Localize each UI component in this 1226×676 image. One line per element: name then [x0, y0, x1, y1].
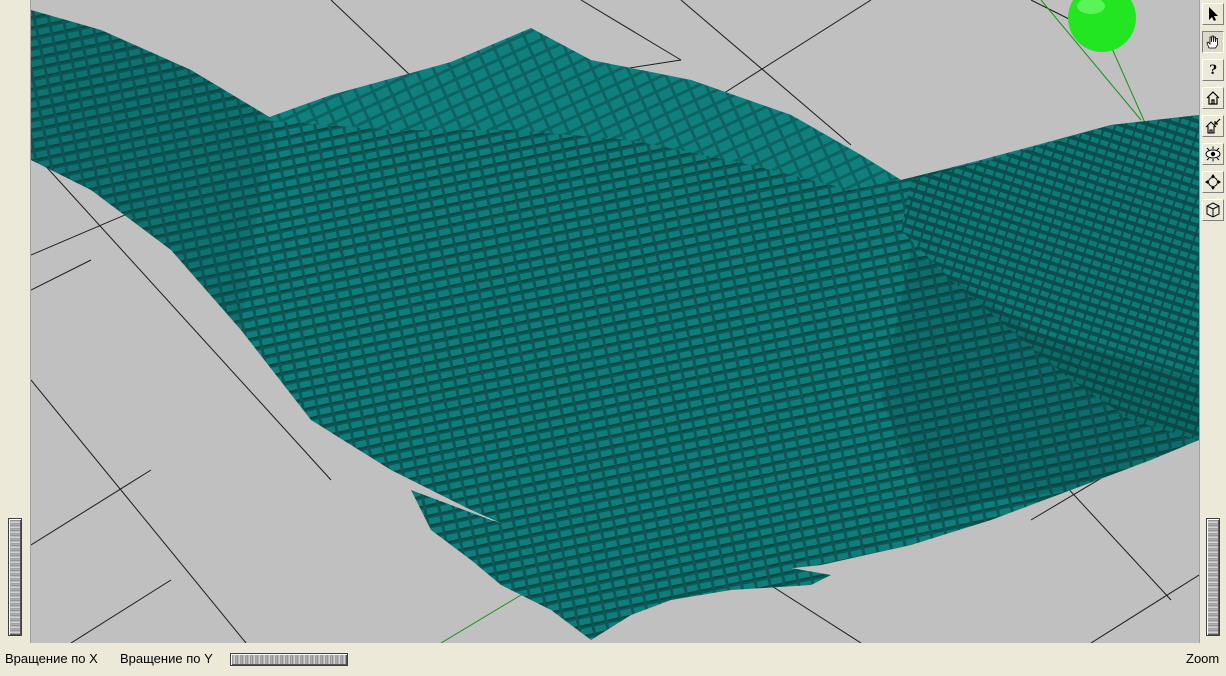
rotate-y-label: Вращение по Y [120, 651, 213, 666]
rotate-x-thumbwheel[interactable] [8, 518, 22, 636]
viewer-window: ? Вращение по X Вращение по Y Zoom [0, 0, 1226, 676]
select-arrow-button[interactable] [1202, 3, 1224, 25]
home-icon [1205, 90, 1221, 106]
set-home-icon [1205, 118, 1221, 134]
rotate-x-label: Вращение по X [5, 651, 98, 666]
projection-cube-icon [1205, 202, 1221, 218]
question-help-icon: ? [1209, 62, 1217, 78]
home-button[interactable] [1202, 87, 1224, 109]
select-arrow-icon [1206, 6, 1220, 22]
zoom-thumbwheel[interactable] [1206, 518, 1220, 636]
pan-hand-button[interactable] [1202, 31, 1224, 53]
projection-button[interactable] [1202, 199, 1224, 221]
set-home-button[interactable] [1202, 115, 1224, 137]
help-button[interactable]: ? [1202, 59, 1224, 81]
seek-button[interactable] [1202, 171, 1224, 193]
view-all-eye-icon [1204, 146, 1222, 162]
scene-canvas [31, 0, 1199, 643]
right-toolbar: ? [1199, 0, 1226, 643]
left-thumbwheel-panel [0, 0, 31, 643]
view-all-button[interactable] [1202, 143, 1224, 165]
bottom-status-bar: Вращение по X Вращение по Y Zoom [0, 643, 1226, 676]
3d-viewport[interactable] [31, 0, 1199, 643]
hand-pan-icon [1205, 34, 1221, 50]
seek-crosshair-icon [1205, 174, 1221, 190]
zoom-label: Zoom [1186, 651, 1220, 666]
rotate-y-thumbwheel[interactable] [230, 653, 348, 666]
